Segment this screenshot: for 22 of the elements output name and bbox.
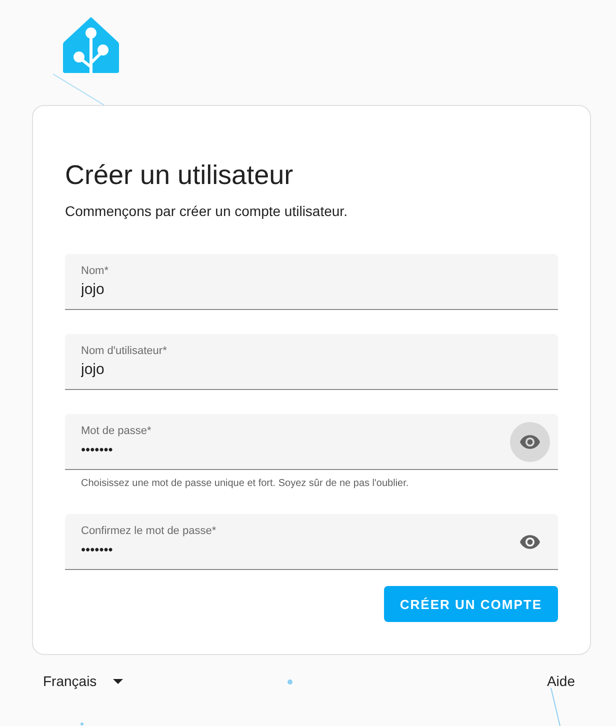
page-title: Créer un utilisateur <box>65 159 294 192</box>
text-field[interactable]: Mot de passe* ••••••• <box>65 414 558 470</box>
input-field[interactable]: jojo <box>81 281 542 299</box>
helper-text: Choisissez une mot de passe unique et fort. Soyez sûr de ne pas l'oublier. <box>81 477 410 490</box>
field-label: Confirmez le mot de passe* <box>81 524 218 538</box>
subtitle: Commençons par créer un compte utilisateur. <box>65 202 348 220</box>
logo-icon <box>62 17 120 75</box>
help-link[interactable]: Aide <box>546 673 575 689</box>
input-field[interactable]: ••••••• <box>81 541 510 559</box>
eye-icon <box>520 434 540 448</box>
text-field[interactable]: Nom d'utilisateur* jojo <box>65 334 558 390</box>
show-password-button[interactable] <box>510 422 550 462</box>
eye-icon <box>520 534 540 548</box>
field-label: Nom* <box>81 264 110 278</box>
input-field[interactable]: jojo <box>81 361 542 379</box>
caret-icon <box>112 678 123 684</box>
language-dropdown[interactable]: Français <box>43 673 123 689</box>
field-label: Mot de passe* <box>81 424 152 438</box>
text-field[interactable]: Confirmez le mot de passe* ••••••• <box>65 514 558 570</box>
text-field[interactable]: Nom* jojo <box>65 254 558 310</box>
input-field[interactable]: ••••••• <box>81 441 510 459</box>
field-label: Nom d'utilisateur* <box>81 344 168 358</box>
